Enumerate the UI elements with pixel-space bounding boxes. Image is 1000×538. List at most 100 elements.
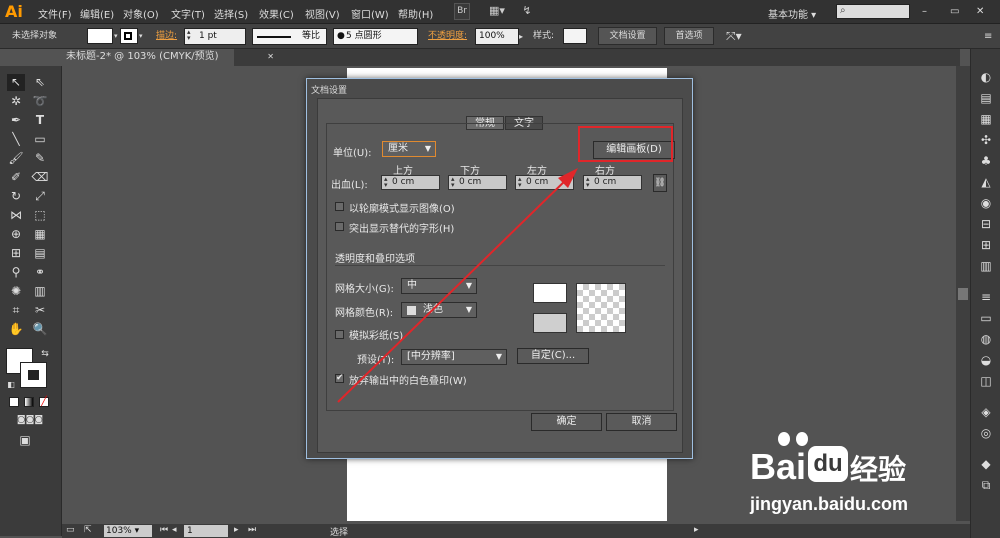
menu-help[interactable]: 帮助(H)	[398, 6, 433, 21]
default-colors-icon[interactable]: ◧	[2, 376, 20, 393]
fill-swatch[interactable]	[87, 28, 113, 44]
graphic-styles-icon[interactable]: ◭	[978, 174, 994, 190]
hand-tool-icon[interactable]: ✋	[7, 321, 25, 338]
workspace-switcher[interactable]: 基本功能 ▾	[768, 6, 816, 21]
color-guide-icon[interactable]: ▤	[978, 90, 994, 106]
layers-icon[interactable]: ◆	[978, 456, 994, 472]
info-panel-icon[interactable]: ◎	[978, 425, 994, 441]
status-menu-icon[interactable]: ▭	[66, 525, 75, 535]
brushes-panel-icon[interactable]: ✣	[978, 132, 994, 148]
opacity-label[interactable]: 不透明度:	[428, 29, 467, 44]
bridge-button[interactable]: Br	[454, 3, 470, 20]
appearance-panel-icon[interactable]: ◉	[978, 195, 994, 211]
status-arrow-icon[interactable]: ▸	[694, 525, 699, 535]
next-page-icon[interactable]: ▸	[234, 525, 239, 535]
cancel-button[interactable]: 取消	[606, 413, 677, 431]
opacity-input[interactable]: 100%	[475, 28, 519, 45]
screen-mode-icon[interactable]: ▣	[16, 432, 34, 449]
zoom-tool-icon[interactable]: 🔍	[31, 321, 49, 338]
brush-dropdown[interactable]: ● 5 点圆形	[333, 28, 418, 45]
gradient-tool-icon[interactable]: ▤	[31, 245, 49, 262]
selection-tool-icon[interactable]: ↖	[7, 74, 25, 91]
drawing-modes-icon[interactable]: ◙◙◙	[5, 412, 55, 429]
direct-selection-tool-icon[interactable]: ⇖	[31, 74, 49, 91]
panel-menu-icon[interactable]: ≡	[984, 29, 992, 44]
eraser-tool-icon[interactable]: ⌫	[31, 169, 49, 186]
close-tab-icon[interactable]: ✕	[267, 49, 274, 65]
eyedropper-tool-icon[interactable]: ⚲	[7, 264, 25, 281]
gpu-performance-icon[interactable]: ↯	[518, 3, 536, 20]
close-window-button[interactable]: ✕	[976, 6, 984, 17]
transparency-panel-icon[interactable]: ◍	[978, 331, 994, 347]
blend-tool-icon[interactable]: ⚭	[31, 264, 49, 281]
width-tool-icon[interactable]: ⋈	[7, 207, 25, 224]
maximize-button[interactable]: ▭	[950, 6, 959, 17]
first-page-icon[interactable]: ⏮	[160, 525, 168, 535]
rectangle-tool-icon[interactable]: ▭	[31, 131, 49, 148]
symbol-sprayer-tool-icon[interactable]: ✺	[7, 283, 25, 300]
zoom-dropdown[interactable]: 103% ▾	[104, 525, 152, 537]
stroke-panel-icon[interactable]: ≡	[978, 289, 994, 305]
preferences-button[interactable]: 首选项	[664, 27, 714, 45]
column-graph-tool-icon[interactable]: ▥	[31, 283, 49, 300]
gradient-panel-icon[interactable]: ▭	[978, 310, 994, 326]
lasso-tool-icon[interactable]: ➰	[31, 93, 49, 110]
swap-colors-icon[interactable]: ⇆	[36, 346, 54, 363]
free-transform-tool-icon[interactable]: ⬚	[31, 207, 49, 224]
appearance-icon[interactable]: ◒	[978, 352, 994, 368]
document-tab[interactable]: 未标题-2* @ 103% (CMYK/预览) ✕	[62, 49, 274, 66]
pen-tool-icon[interactable]: ✒	[7, 112, 25, 129]
mesh-tool-icon[interactable]: ⊞	[7, 245, 25, 262]
document-setup-button[interactable]: 文档设置	[598, 27, 657, 45]
slice-tool-icon[interactable]: ✂	[31, 302, 49, 319]
page-dropdown[interactable]: 1	[184, 525, 228, 537]
menu-select[interactable]: 选择(S)	[214, 6, 248, 21]
stroke-dropdown-icon[interactable]: ▾	[139, 29, 143, 44]
fill-dropdown-icon[interactable]: ▾	[114, 29, 118, 44]
layers-panel-icon[interactable]: ⊟	[978, 216, 994, 232]
scroll-thumb[interactable]	[958, 288, 968, 300]
menu-effect[interactable]: 效果(C)	[259, 6, 294, 21]
artboards-panel-icon[interactable]: ⊞	[978, 237, 994, 253]
stroke-profile-dropdown[interactable]: 等比	[252, 28, 327, 45]
share-icon[interactable]: ⇱	[84, 525, 92, 535]
color-mode-icon[interactable]	[9, 397, 19, 407]
menu-type[interactable]: 文字(T)	[171, 6, 205, 21]
align-panel-icon[interactable]: ▥	[978, 258, 994, 274]
last-page-icon[interactable]: ⏭	[248, 525, 256, 535]
rotate-tool-icon[interactable]: ↻	[7, 188, 25, 205]
none-mode-icon[interactable]: ╱	[39, 397, 49, 407]
menu-view[interactable]: 视图(V)	[305, 6, 340, 21]
shape-builder-tool-icon[interactable]: ⊕	[7, 226, 25, 243]
menu-file[interactable]: 文件(F)	[38, 6, 72, 21]
line-tool-icon[interactable]: ╲	[7, 131, 25, 148]
style-swatch[interactable]	[563, 28, 587, 44]
scale-tool-icon[interactable]: ⤢	[31, 188, 49, 205]
color-panel-icon[interactable]: ◐	[978, 69, 994, 85]
stroke-weight-input[interactable]: ▴ ▾ 1 pt	[184, 28, 246, 45]
menu-window[interactable]: 窗口(W)	[351, 6, 389, 21]
arrange-documents-icon[interactable]: ▦▾	[486, 3, 508, 20]
navigator-panel-icon[interactable]: ◈	[978, 404, 994, 420]
minimize-button[interactable]: –	[922, 6, 927, 17]
type-tool-icon[interactable]: T	[31, 112, 49, 129]
artboard-tool-icon[interactable]: ⌗	[7, 302, 25, 319]
ok-button[interactable]: 确定	[531, 413, 602, 431]
graphic-styles-panel-icon[interactable]: ◫	[978, 373, 994, 389]
search-input[interactable]: ⌕	[836, 4, 910, 19]
artboards-icon[interactable]: ⧉	[978, 477, 994, 493]
stroke-color-icon[interactable]	[20, 362, 47, 388]
previous-page-icon[interactable]: ◂	[172, 525, 177, 535]
pencil-tool-icon[interactable]: ✎	[31, 150, 49, 167]
gradient-mode-icon[interactable]	[24, 397, 34, 407]
menu-object[interactable]: 对象(O)	[123, 6, 159, 21]
stroke-label[interactable]: 描边:	[156, 29, 177, 44]
unit-dropdown[interactable]: 厘米 ▼	[382, 141, 436, 157]
bleed-right-input[interactable]: ▴ ▾ 0 cm	[583, 175, 642, 190]
link-bleed-icon[interactable]: ⛓	[653, 174, 667, 192]
isolate-icon[interactable]: ⤧▾	[726, 29, 742, 44]
perspective-grid-tool-icon[interactable]: ▦	[31, 226, 49, 243]
blob-brush-tool-icon[interactable]: ✐	[7, 169, 25, 186]
symbols-panel-icon[interactable]: ♣	[978, 153, 994, 169]
paintbrush-tool-icon[interactable]: 🖌	[7, 150, 25, 167]
